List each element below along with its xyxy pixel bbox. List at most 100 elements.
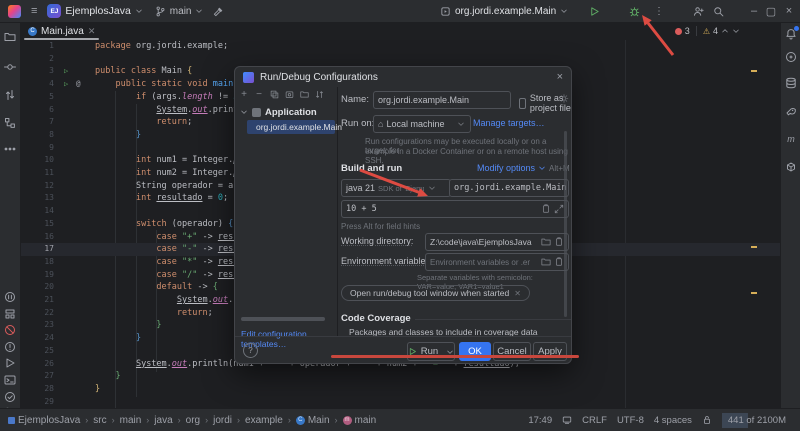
gradle-icon[interactable] [784, 104, 798, 118]
code-line[interactable]: 2 [20, 53, 780, 66]
code-line[interactable]: 28} [20, 383, 780, 396]
copy-config-icon[interactable] [269, 89, 279, 99]
remove-config-icon[interactable]: − [254, 89, 264, 99]
next-problem-icon[interactable] [732, 27, 740, 35]
move-config-icon[interactable] [299, 89, 309, 99]
tab-close-icon[interactable]: ✕ [88, 26, 96, 37]
sort-configs-icon[interactable] [314, 89, 324, 99]
run-button[interactable] [586, 0, 602, 22]
maven-icon[interactable]: m [784, 132, 798, 146]
breadcrumb-item[interactable]: mmain [343, 415, 377, 426]
expand-field-icon[interactable] [554, 204, 564, 214]
line-separator-widget[interactable]: CRLF [582, 415, 607, 426]
code-line[interactable]: 27 } [20, 370, 780, 383]
code-with-me-icon[interactable] [690, 0, 706, 22]
profiler-icon[interactable] [3, 290, 17, 304]
browse-folder-icon[interactable] [541, 257, 551, 267]
breadcrumb-item[interactable]: example [245, 415, 283, 426]
dialog-close-icon[interactable]: × [557, 71, 563, 83]
breadcrumb-item[interactable]: EjemplosJava [8, 415, 80, 426]
breadcrumb-item[interactable]: src [93, 415, 106, 426]
prev-problem-icon[interactable] [721, 27, 729, 35]
main-menu-icon[interactable]: ≡ [31, 5, 37, 17]
status-widget-icon[interactable] [562, 415, 572, 425]
status-bar: EjemplosJava›src›main›java›org›jordi›exa… [0, 408, 800, 431]
build-icon[interactable] [213, 6, 224, 17]
main-class-field[interactable]: org.jordi.example.Main [449, 179, 569, 197]
more-icon[interactable] [3, 142, 17, 156]
minimize-button[interactable]: – [746, 0, 762, 22]
cancel-button[interactable]: Cancel [493, 342, 531, 361]
encoding-widget[interactable]: UTF-8 [617, 415, 644, 426]
pull-requests-icon[interactable] [3, 88, 17, 102]
ok-button[interactable]: OK [459, 342, 491, 361]
dialog-scrollbar[interactable] [564, 131, 567, 317]
manage-targets-link[interactable]: Manage targets… [473, 118, 545, 128]
modify-options-link[interactable]: Modify options Alt+M [477, 163, 570, 173]
maximize-button[interactable]: ▢ [763, 0, 779, 22]
memory-indicator[interactable]: 441 of 2100M [722, 413, 792, 428]
structure-icon[interactable] [3, 116, 17, 130]
help-button[interactable]: ? [243, 343, 258, 358]
indent-widget[interactable]: 4 spaces [654, 415, 692, 426]
browse-folder-icon[interactable] [541, 237, 551, 247]
line-number: 7 [20, 116, 54, 129]
save-config-icon[interactable] [284, 89, 294, 99]
inspections-widget[interactable]: 3 ⚠ 4 [675, 22, 740, 40]
notifications-icon[interactable] [784, 27, 798, 41]
tree-group-application[interactable]: Application [240, 105, 317, 119]
tree-item-selected[interactable]: org.jordi.example.Main [247, 120, 335, 134]
tab-label: Main.java [41, 26, 84, 37]
debug-tool-icon[interactable] [3, 340, 17, 354]
close-button[interactable]: × [781, 0, 797, 22]
project-icon[interactable] [3, 30, 17, 44]
run-tool-icon[interactable] [3, 356, 17, 370]
breadcrumb-item[interactable]: java [154, 415, 172, 426]
run-on-select[interactable]: ⌂ Local machine [373, 115, 471, 133]
run-config-selector[interactable]: org.jordi.example.Main [440, 0, 568, 22]
paste-icon[interactable] [554, 237, 564, 247]
project-widget[interactable]: EJ EjemplosJava [47, 4, 142, 18]
debug-button[interactable] [626, 0, 642, 22]
breadcrumb-item[interactable]: CMain [296, 415, 330, 426]
search-icon[interactable] [710, 0, 726, 22]
paste-icon[interactable] [554, 257, 564, 267]
breadcrumb[interactable]: EjemplosJava›src›main›java›org›jordi›exa… [8, 415, 376, 426]
apply-button[interactable]: Apply [533, 342, 567, 361]
more-actions-icon[interactable]: ⋮ [652, 0, 666, 22]
commit-icon[interactable] [3, 60, 17, 74]
problems-icon[interactable] [3, 323, 17, 337]
terminal-icon[interactable] [3, 373, 17, 387]
collapse-icon[interactable] [240, 108, 248, 116]
run-gutter-icon[interactable]: ▷ [64, 65, 68, 78]
run-split-button[interactable]: Run [407, 342, 455, 361]
dialog-header[interactable]: Run/Debug Configurations [235, 67, 571, 87]
run-gutter-icon[interactable]: ▷ [64, 78, 68, 91]
dependencies-icon[interactable] [784, 160, 798, 174]
breadcrumb-item[interactable]: jordi [213, 415, 232, 426]
program-arguments-field[interactable]: 10 + 5 [341, 200, 569, 218]
paste-icon[interactable] [541, 204, 551, 214]
database-icon[interactable] [784, 76, 798, 90]
add-config-icon[interactable]: + [239, 89, 249, 99]
ai-assistant-icon[interactable] [784, 50, 798, 64]
chip-close-icon[interactable]: ✕ [514, 289, 521, 298]
workdir-field[interactable]: Z:\code\java\EjemplosJava [425, 233, 569, 251]
jdk-select[interactable]: java 21 SDK of 'Ejempl [341, 179, 451, 197]
tab-main-java[interactable]: C Main.java ✕ [20, 22, 103, 40]
store-checkbox[interactable] [519, 98, 526, 109]
env-field[interactable]: Environment variables or .env files [425, 253, 569, 271]
breadcrumb-item[interactable]: main [120, 415, 142, 426]
tree-horizontal-scrollbar[interactable] [241, 317, 325, 321]
branch-widget[interactable]: main [155, 6, 204, 17]
todo-icon[interactable] [3, 390, 17, 404]
store-options-icon[interactable] [559, 93, 569, 104]
dialog-icon [243, 72, 254, 83]
name-field[interactable]: org.jordi.example.Main [373, 91, 511, 109]
readonly-lock-icon[interactable] [702, 415, 712, 425]
code-line[interactable]: 1package org.jordi.example; [20, 40, 780, 53]
services-icon[interactable] [3, 307, 17, 321]
run-tool-window-chip[interactable]: Open run/debug tool window when started … [341, 285, 530, 301]
breadcrumb-item[interactable]: org [186, 415, 200, 426]
code-line[interactable]: 29 [20, 396, 780, 408]
